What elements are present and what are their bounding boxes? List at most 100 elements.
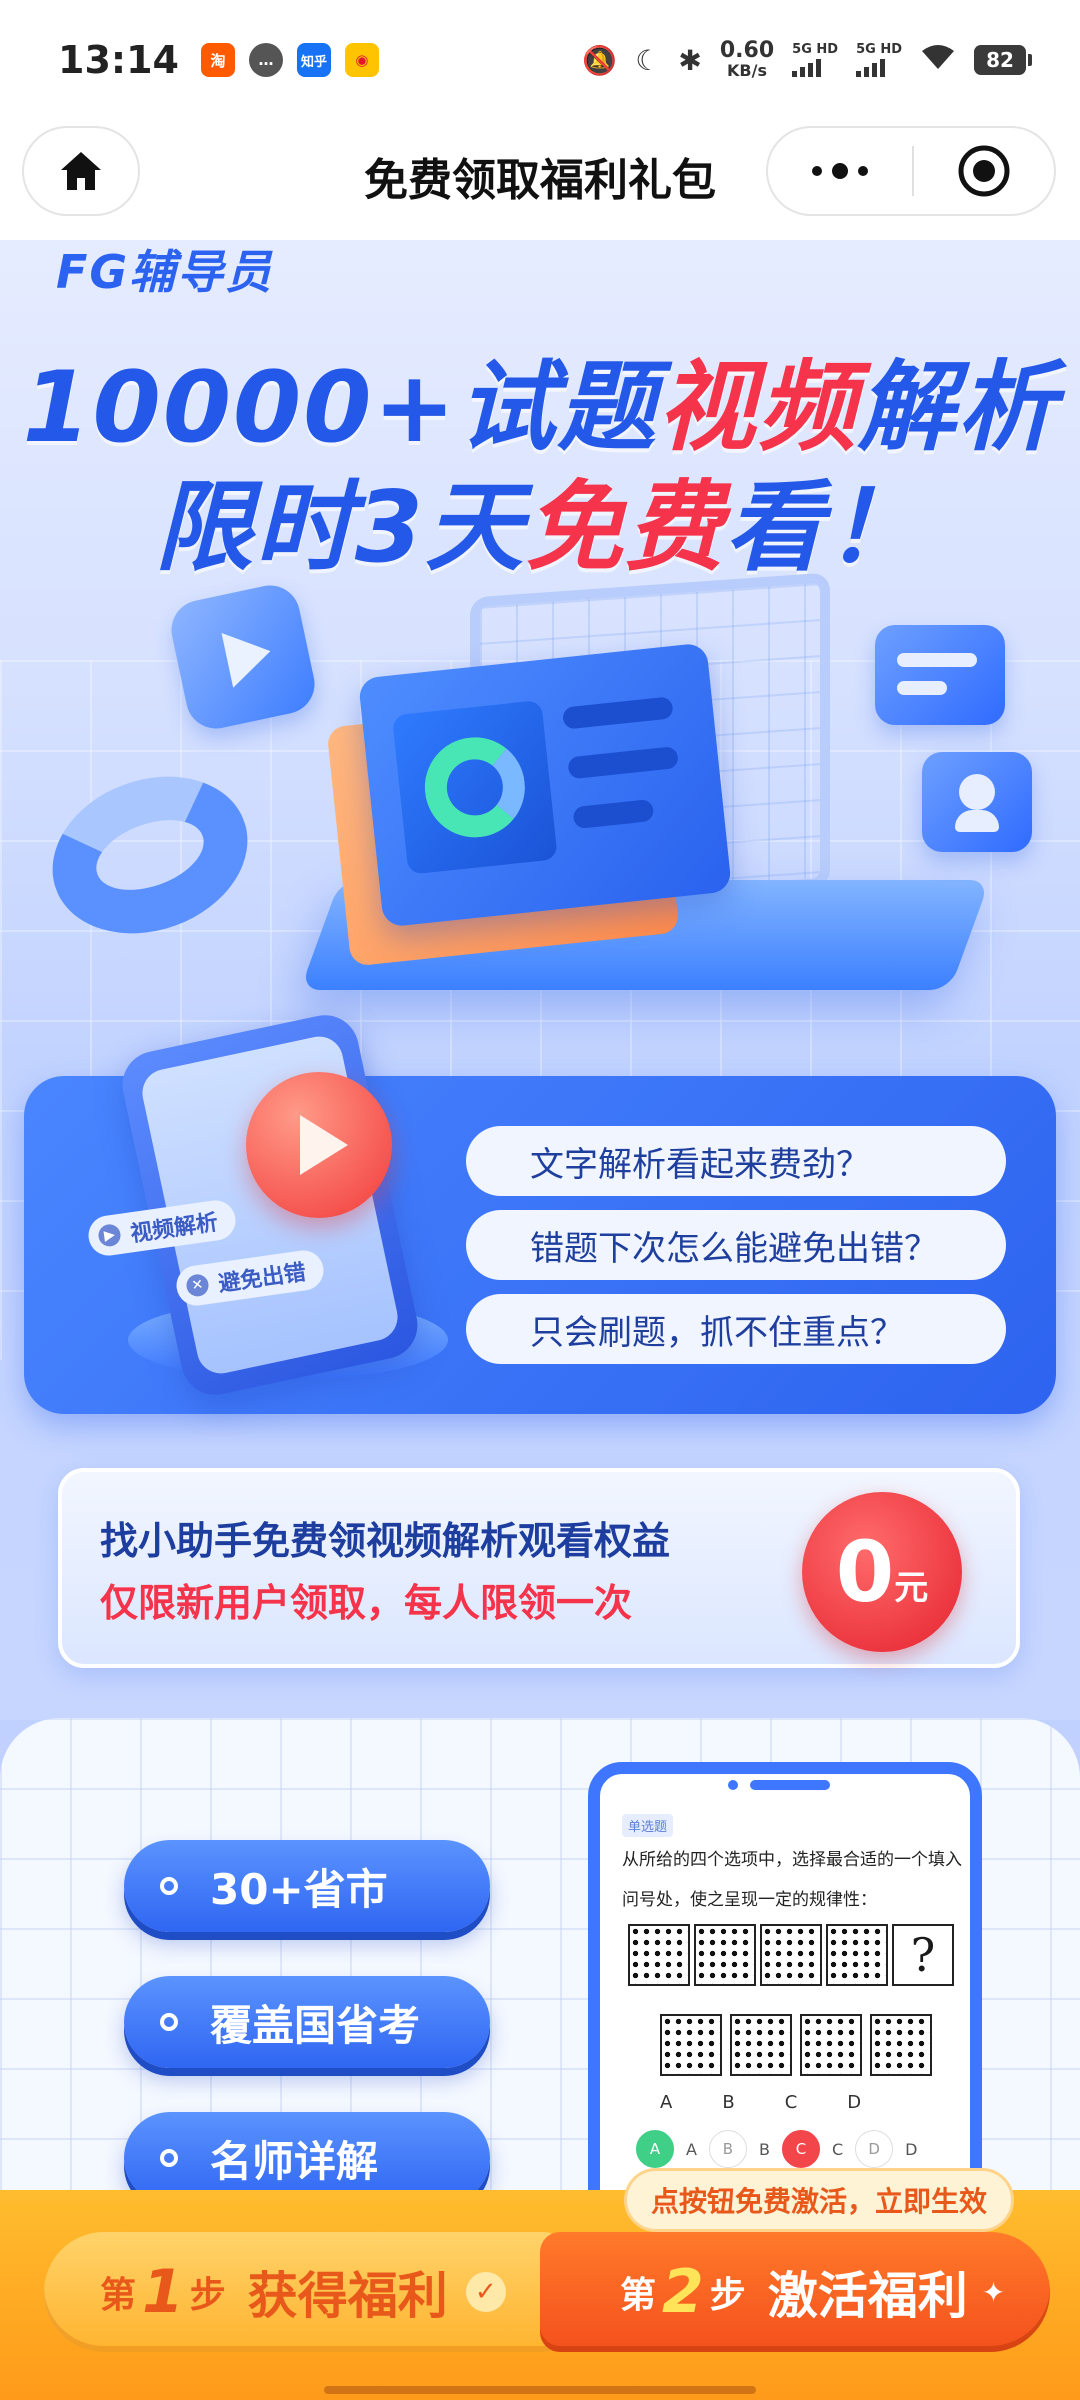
pattern-tile	[826, 1924, 888, 1986]
step-2-number: 2	[662, 2257, 704, 2327]
feature-provinces: 30+省市	[124, 1840, 490, 1932]
option-a-button[interactable]: A	[636, 2130, 674, 2168]
answer-options: AA BB CC DD	[636, 2130, 917, 2168]
activate-hint-bubble: 点按钮免费激活，立即生效	[624, 2168, 1015, 2232]
signal-sim2: 5G HD	[856, 43, 902, 77]
signal-sim1-label: 5G HD	[792, 42, 839, 57]
sparkle-icon: ✦	[981, 2275, 1006, 2309]
video-card-illustration	[357, 642, 733, 928]
signal-bars-icon	[792, 59, 822, 77]
step-1-label: 获得福利	[247, 2267, 448, 2325]
close-mini-program-button[interactable]	[914, 144, 1054, 198]
zhihu-icon: 知乎	[296, 43, 331, 77]
answer-letter: B	[722, 2092, 735, 2113]
hero-banner: FG辅导员 10000+试题视频解析 限时3天免费看！ 文字解析看起来费劲？ 错…	[0, 240, 1080, 1720]
pattern-tile	[628, 1924, 690, 1986]
step-2-suffix: 步	[709, 2275, 746, 2316]
bullet-ring-icon	[160, 2013, 178, 2031]
feature-label: 30+省市	[210, 1864, 388, 1914]
headline-line-2: 限时3天免费看！	[0, 448, 1080, 590]
pain-point-3: 只会刷题，抓不住重点？	[466, 1294, 1006, 1364]
step-1-prefix: 第	[100, 2275, 137, 2316]
price-value: 0	[835, 1523, 895, 1621]
question-figure-row: ?	[628, 1924, 954, 1986]
step-1-get-benefit-button[interactable]: 第 1 步 获得福利 ✓	[44, 2232, 564, 2352]
close-target-icon	[958, 145, 1010, 197]
checkmark-icon: ✓	[465, 2272, 506, 2312]
option-c-button[interactable]: C	[781, 2130, 820, 2168]
mini-program-capsule	[766, 126, 1056, 216]
more-button[interactable]	[768, 128, 912, 214]
play-tile-icon	[165, 579, 321, 735]
network-speed: 0.60 KB/s	[720, 40, 774, 80]
user-profile-icon	[922, 752, 1032, 852]
network-speed-value: 0.60	[719, 38, 775, 63]
signal-sim1: 5G HD	[792, 43, 838, 77]
answer-figure-row	[660, 2014, 932, 2076]
pie-chart-icon	[391, 699, 558, 875]
question-stem: 从所给的四个选项中，选择最合适的一个填入问号处，使之呈现一定的规律性：	[622, 1850, 962, 1910]
bluetooth-icon: ✱	[678, 43, 702, 77]
mini-program-nav-bar: 免费领取福利礼包	[0, 120, 1080, 240]
promo-restriction: 仅限新用户领取，每人限领一次	[100, 1581, 633, 1625]
phone-camera-icon	[728, 1780, 738, 1790]
step-2-prefix: 第	[620, 2275, 657, 2316]
play-dot-icon: ▶	[97, 1222, 122, 1248]
feature-label: 名师详解	[210, 2136, 379, 2186]
brand-logo: FG辅导员	[56, 245, 274, 299]
headline-2a: 限时3天	[154, 471, 526, 585]
answer-letter: A	[660, 2092, 673, 2113]
step-2-activate-benefit-button[interactable]: 第 2 步 激活福利 ✦	[540, 2232, 1050, 2352]
notification-icons: 淘 … 知乎 ◉	[200, 43, 379, 77]
feature-label: 覆盖国省考	[210, 2000, 421, 2050]
option-d-label: D	[905, 2139, 918, 2159]
question-type-tag: 单选题	[622, 1814, 674, 1837]
x-dot-icon: ✕	[185, 1272, 210, 1298]
bullet-ring-icon	[160, 1877, 178, 1895]
option-d-button[interactable]: D	[855, 2130, 894, 2168]
answer-letter: C	[784, 2092, 798, 2113]
step-1-suffix: 步	[189, 2275, 226, 2316]
promo-card[interactable]: 找小助手免费领视频解析观看权益 仅限新用户领取，每人限领一次 0 元	[58, 1468, 1020, 1668]
answer-letters: A B C D	[660, 2092, 861, 2113]
play-button-icon	[246, 1072, 392, 1218]
promo-headline: 找小助手免费领视频解析观看权益	[100, 1519, 671, 1563]
mute-icon: 🔕	[582, 43, 618, 77]
answer-tile-b	[730, 2014, 792, 2076]
pattern-tile	[760, 1924, 822, 1986]
answer-tile-c	[800, 2014, 862, 2076]
option-b-label: B	[758, 2139, 770, 2159]
gesture-home-bar[interactable]	[324, 2386, 756, 2394]
option-c-label: C	[831, 2139, 844, 2159]
system-indicators: 🔕 ☾ ✱ 0.60 KB/s 5G HD 5G HD 82	[582, 40, 1032, 80]
option-b-button[interactable]: B	[708, 2130, 747, 2168]
question-mark-tile: ?	[892, 1924, 954, 1986]
signal-sim2-label: 5G HD	[856, 42, 902, 57]
option-a-label: A	[686, 2139, 697, 2159]
headline-2b: 免费	[525, 471, 726, 585]
headline-2c: 看！	[725, 471, 926, 585]
do-not-disturb-icon: ☾	[635, 43, 661, 77]
step-1-number: 1	[142, 2257, 184, 2327]
chat-bubble-icon	[875, 625, 1005, 725]
message-icon: …	[248, 43, 283, 77]
answer-tile-d	[870, 2014, 932, 2076]
step-2-label: 激活福利	[767, 2267, 968, 2325]
pain-point-2: 错题下次怎么能避免出错？	[466, 1210, 1006, 1280]
pain-point-1: 文字解析看起来费劲？	[466, 1126, 1006, 1196]
wifi-icon	[920, 43, 956, 78]
status-time: 13:14	[58, 38, 179, 82]
card-text-line	[562, 696, 674, 730]
status-bar: 13:14 淘 … 知乎 ◉ 🔕 ☾ ✱ 0.60 KB/s 5G HD 5G …	[0, 0, 1080, 120]
price-badge: 0 元	[802, 1492, 962, 1652]
card-text-line	[567, 746, 679, 780]
taobao-icon: 淘	[200, 43, 235, 77]
phone-speaker	[750, 1780, 830, 1790]
battery-icon: 82	[974, 45, 1032, 75]
weibo-icon: ◉	[344, 43, 379, 77]
feature-exam-coverage: 覆盖国省考	[124, 1976, 490, 2068]
bullet-ring-icon	[160, 2149, 178, 2167]
card-text-line	[572, 798, 655, 830]
pattern-tile	[694, 1924, 756, 1986]
answer-letter: D	[847, 2092, 862, 2113]
